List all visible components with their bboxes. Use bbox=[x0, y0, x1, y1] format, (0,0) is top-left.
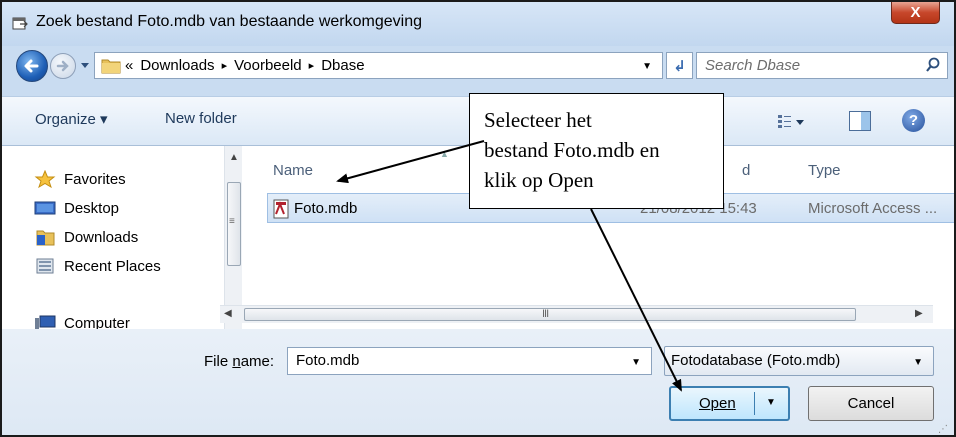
downloads-folder-icon bbox=[36, 230, 55, 246]
nav-item-downloads[interactable]: Downloads bbox=[34, 228, 138, 246]
horizontal-grip-icon: III bbox=[542, 308, 549, 320]
cancel-button-label: Cancel bbox=[847, 395, 895, 412]
breadcrumb-separator-icon[interactable]: ▸ bbox=[309, 59, 315, 72]
nav-label-desktop: Desktop bbox=[64, 199, 120, 217]
address-dropdown-icon[interactable]: ▼ bbox=[642, 61, 652, 72]
close-button[interactable]: X bbox=[891, 2, 940, 24]
file-name: Foto.mdb bbox=[294, 200, 358, 217]
nav-label-downloads: Downloads bbox=[64, 228, 139, 246]
horizontal-scroll-thumb[interactable]: III bbox=[244, 308, 856, 321]
nav-item-desktop[interactable]: Desktop bbox=[34, 199, 119, 217]
callout-line-2: bestand Foto.mdb en bbox=[484, 138, 660, 162]
scroll-up-icon[interactable]: ▲ bbox=[229, 152, 239, 163]
column-header-type[interactable]: Type bbox=[808, 162, 841, 179]
title-bar: Zoek bestand Foto.mdb van bestaande werk… bbox=[2, 2, 954, 46]
callout-line-3: klik op Open bbox=[484, 168, 594, 192]
scroll-grip-icon: ≡ bbox=[229, 216, 235, 227]
forward-arrow-icon bbox=[56, 60, 69, 72]
back-button[interactable] bbox=[16, 50, 48, 82]
open-dropdown-icon[interactable]: ▼ bbox=[766, 397, 776, 408]
close-icon: X bbox=[910, 4, 921, 21]
new-folder-button[interactable]: New folder bbox=[165, 110, 237, 127]
file-open-dialog: Zoek bestand Foto.mdb van bestaande werk… bbox=[0, 0, 956, 437]
dialog-footer: File name: Foto.mdb ▼ Fotodatabase (Foto… bbox=[2, 329, 954, 435]
nav-item-recent-places[interactable]: Recent Places bbox=[34, 257, 161, 275]
instruction-callout: Selecteer het bestand Foto.mdb en klik o… bbox=[469, 93, 724, 209]
scroll-right-icon[interactable]: ▶ bbox=[915, 308, 923, 319]
column-header-name[interactable]: Name bbox=[273, 162, 313, 179]
scroll-left-icon[interactable]: ◀ bbox=[224, 308, 232, 319]
preview-pane-icon[interactable] bbox=[849, 111, 871, 131]
nav-vertical-scrollbar[interactable]: ▲ ≡ ▼ bbox=[224, 146, 242, 329]
breadcrumb: « Downloads ▸ Voorbeeld ▸ Dbase bbox=[125, 57, 365, 74]
search-input[interactable]: Search Dbase bbox=[696, 52, 948, 79]
back-arrow-icon bbox=[24, 59, 39, 73]
filename-value: Foto.mdb bbox=[296, 352, 360, 369]
breadcrumb-separator-icon[interactable]: ▸ bbox=[222, 59, 228, 72]
desktop-icon bbox=[34, 201, 56, 215]
history-dropdown-icon[interactable] bbox=[80, 60, 90, 70]
star-icon bbox=[34, 170, 56, 188]
address-bar[interactable]: « Downloads ▸ Voorbeeld ▸ Dbase ▼ bbox=[94, 52, 663, 79]
open-button-label: Open bbox=[699, 395, 736, 412]
filename-input[interactable]: Foto.mdb ▼ bbox=[287, 347, 652, 375]
breadcrumb-overflow[interactable]: « bbox=[125, 57, 133, 74]
window-title: Zoek bestand Foto.mdb van bestaande werk… bbox=[36, 13, 423, 30]
nav-label-favorites: Favorites bbox=[64, 170, 126, 188]
sort-arrow-icon: ▲ bbox=[440, 149, 449, 159]
filename-dropdown-icon[interactable]: ▼ bbox=[631, 357, 641, 368]
file-horizontal-scrollbar[interactable]: ◀ III ▶ bbox=[220, 305, 933, 323]
refresh-icon: ↲ bbox=[673, 57, 686, 75]
filetype-dropdown-icon: ▼ bbox=[913, 357, 923, 368]
filename-label: File name: bbox=[204, 353, 275, 370]
nav-item-favorites[interactable]: Favorites bbox=[34, 170, 126, 188]
folder-icon bbox=[101, 59, 121, 74]
navigation-bar: « Downloads ▸ Voorbeeld ▸ Dbase ▼ ↲ Sear… bbox=[2, 46, 954, 96]
app-icon bbox=[12, 17, 28, 30]
help-icon[interactable]: ? bbox=[902, 109, 925, 132]
access-file-icon bbox=[273, 199, 289, 219]
recent-places-icon bbox=[36, 258, 54, 274]
nav-label-recent-places: Recent Places bbox=[64, 257, 161, 275]
refresh-button[interactable]: ↲ bbox=[666, 52, 693, 79]
cancel-button[interactable]: Cancel bbox=[808, 386, 934, 421]
column-header-date[interactable]: d bbox=[742, 162, 750, 179]
navigation-pane: Favorites Desktop Downloads Recent Place… bbox=[2, 146, 245, 332]
filetype-value: Fotodatabase (Foto.mdb) bbox=[671, 352, 841, 369]
resize-grip-icon[interactable]: ⋰ bbox=[938, 424, 948, 435]
search-placeholder: Search Dbase bbox=[705, 57, 801, 74]
open-split-divider bbox=[754, 392, 755, 415]
views-icon[interactable] bbox=[777, 113, 805, 131]
organize-button[interactable]: Organize ▾ bbox=[35, 110, 108, 128]
filetype-select[interactable]: Fotodatabase (Foto.mdb) ▼ bbox=[664, 346, 934, 376]
breadcrumb-dbase[interactable]: Dbase bbox=[321, 57, 364, 74]
breadcrumb-downloads[interactable]: Downloads bbox=[140, 57, 214, 74]
file-type: Microsoft Access ... bbox=[808, 200, 938, 217]
open-button[interactable]: Open ▼ bbox=[669, 386, 790, 421]
forward-button[interactable] bbox=[50, 53, 76, 79]
search-icon bbox=[926, 57, 940, 72]
breadcrumb-voorbeeld[interactable]: Voorbeeld bbox=[234, 57, 302, 74]
callout-line-1: Selecteer het bbox=[484, 108, 592, 132]
